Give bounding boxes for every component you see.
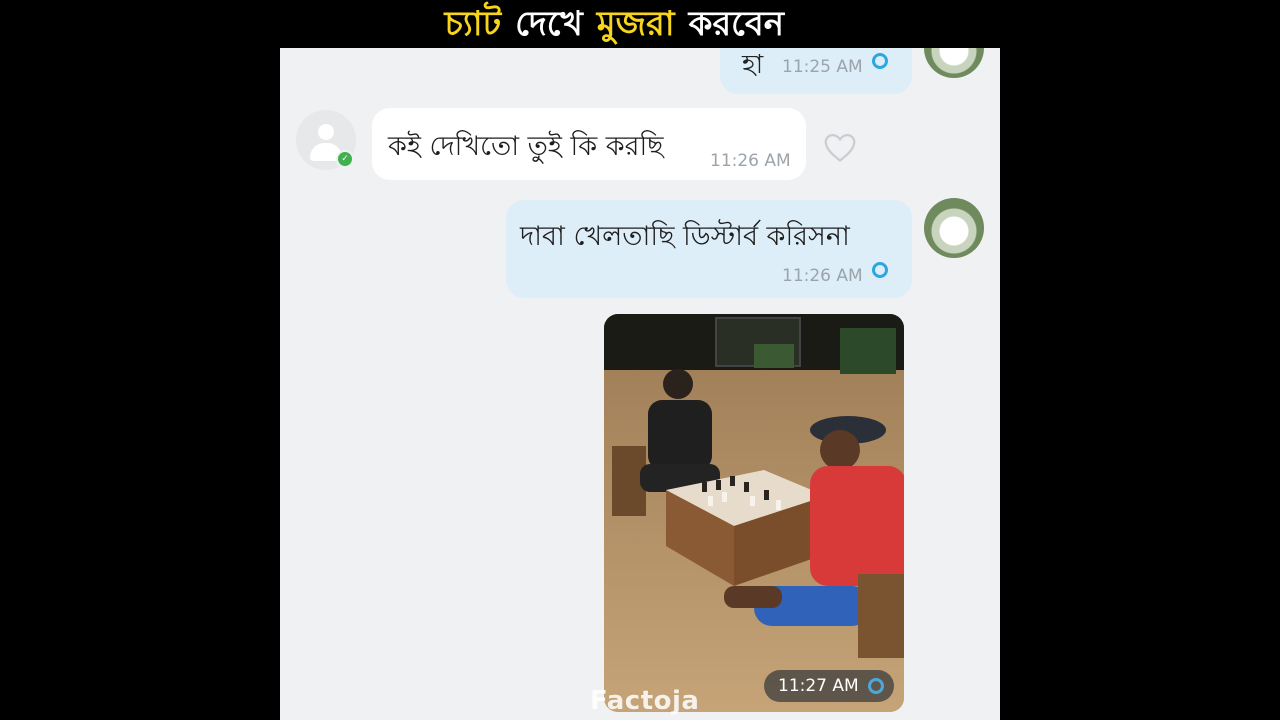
message-time: 11:26 AM	[710, 151, 791, 171]
message-text-partial: হা	[742, 50, 764, 80]
seen-status-icon	[868, 678, 884, 694]
title-word-3: মুজরা	[596, 4, 675, 44]
online-status-icon: ✓	[336, 150, 354, 168]
title-word-1: চ্যাট	[444, 4, 502, 44]
video-title-banner: চ্যাট দেখে মুজরা করবেন 😂	[0, 0, 1280, 48]
laughing-emoji-icon: 😂	[798, 5, 836, 43]
my-avatar[interactable]	[924, 48, 984, 78]
my-avatar[interactable]	[924, 198, 984, 258]
photo-timestamp-pill: 11:27 AM	[764, 670, 894, 702]
message-text: কই দেখিতো তুই কি করছি	[388, 131, 664, 162]
title-word-4: করবেন	[688, 4, 785, 44]
photo-message[interactable]: 11:27 AM	[604, 314, 904, 712]
chess-photo-image	[604, 314, 904, 712]
message-time: 11:27 AM	[778, 676, 859, 696]
message-text: দাবা খেলতাছি ডিস্টার্ব করিসনা	[520, 221, 850, 252]
watermark-text: Factoja	[590, 686, 700, 716]
seen-status-icon	[872, 262, 888, 278]
title-word-2: দেখে	[515, 4, 583, 44]
seen-status-icon	[872, 53, 888, 69]
message-time: 11:25 AM	[782, 57, 863, 77]
message-time: 11:26 AM	[782, 266, 863, 286]
heart-outline-icon[interactable]	[821, 128, 859, 166]
chat-screen: হা 11:25 AM ✓ কই দেখিতো তুই কি করছি 11:2…	[280, 48, 1000, 720]
